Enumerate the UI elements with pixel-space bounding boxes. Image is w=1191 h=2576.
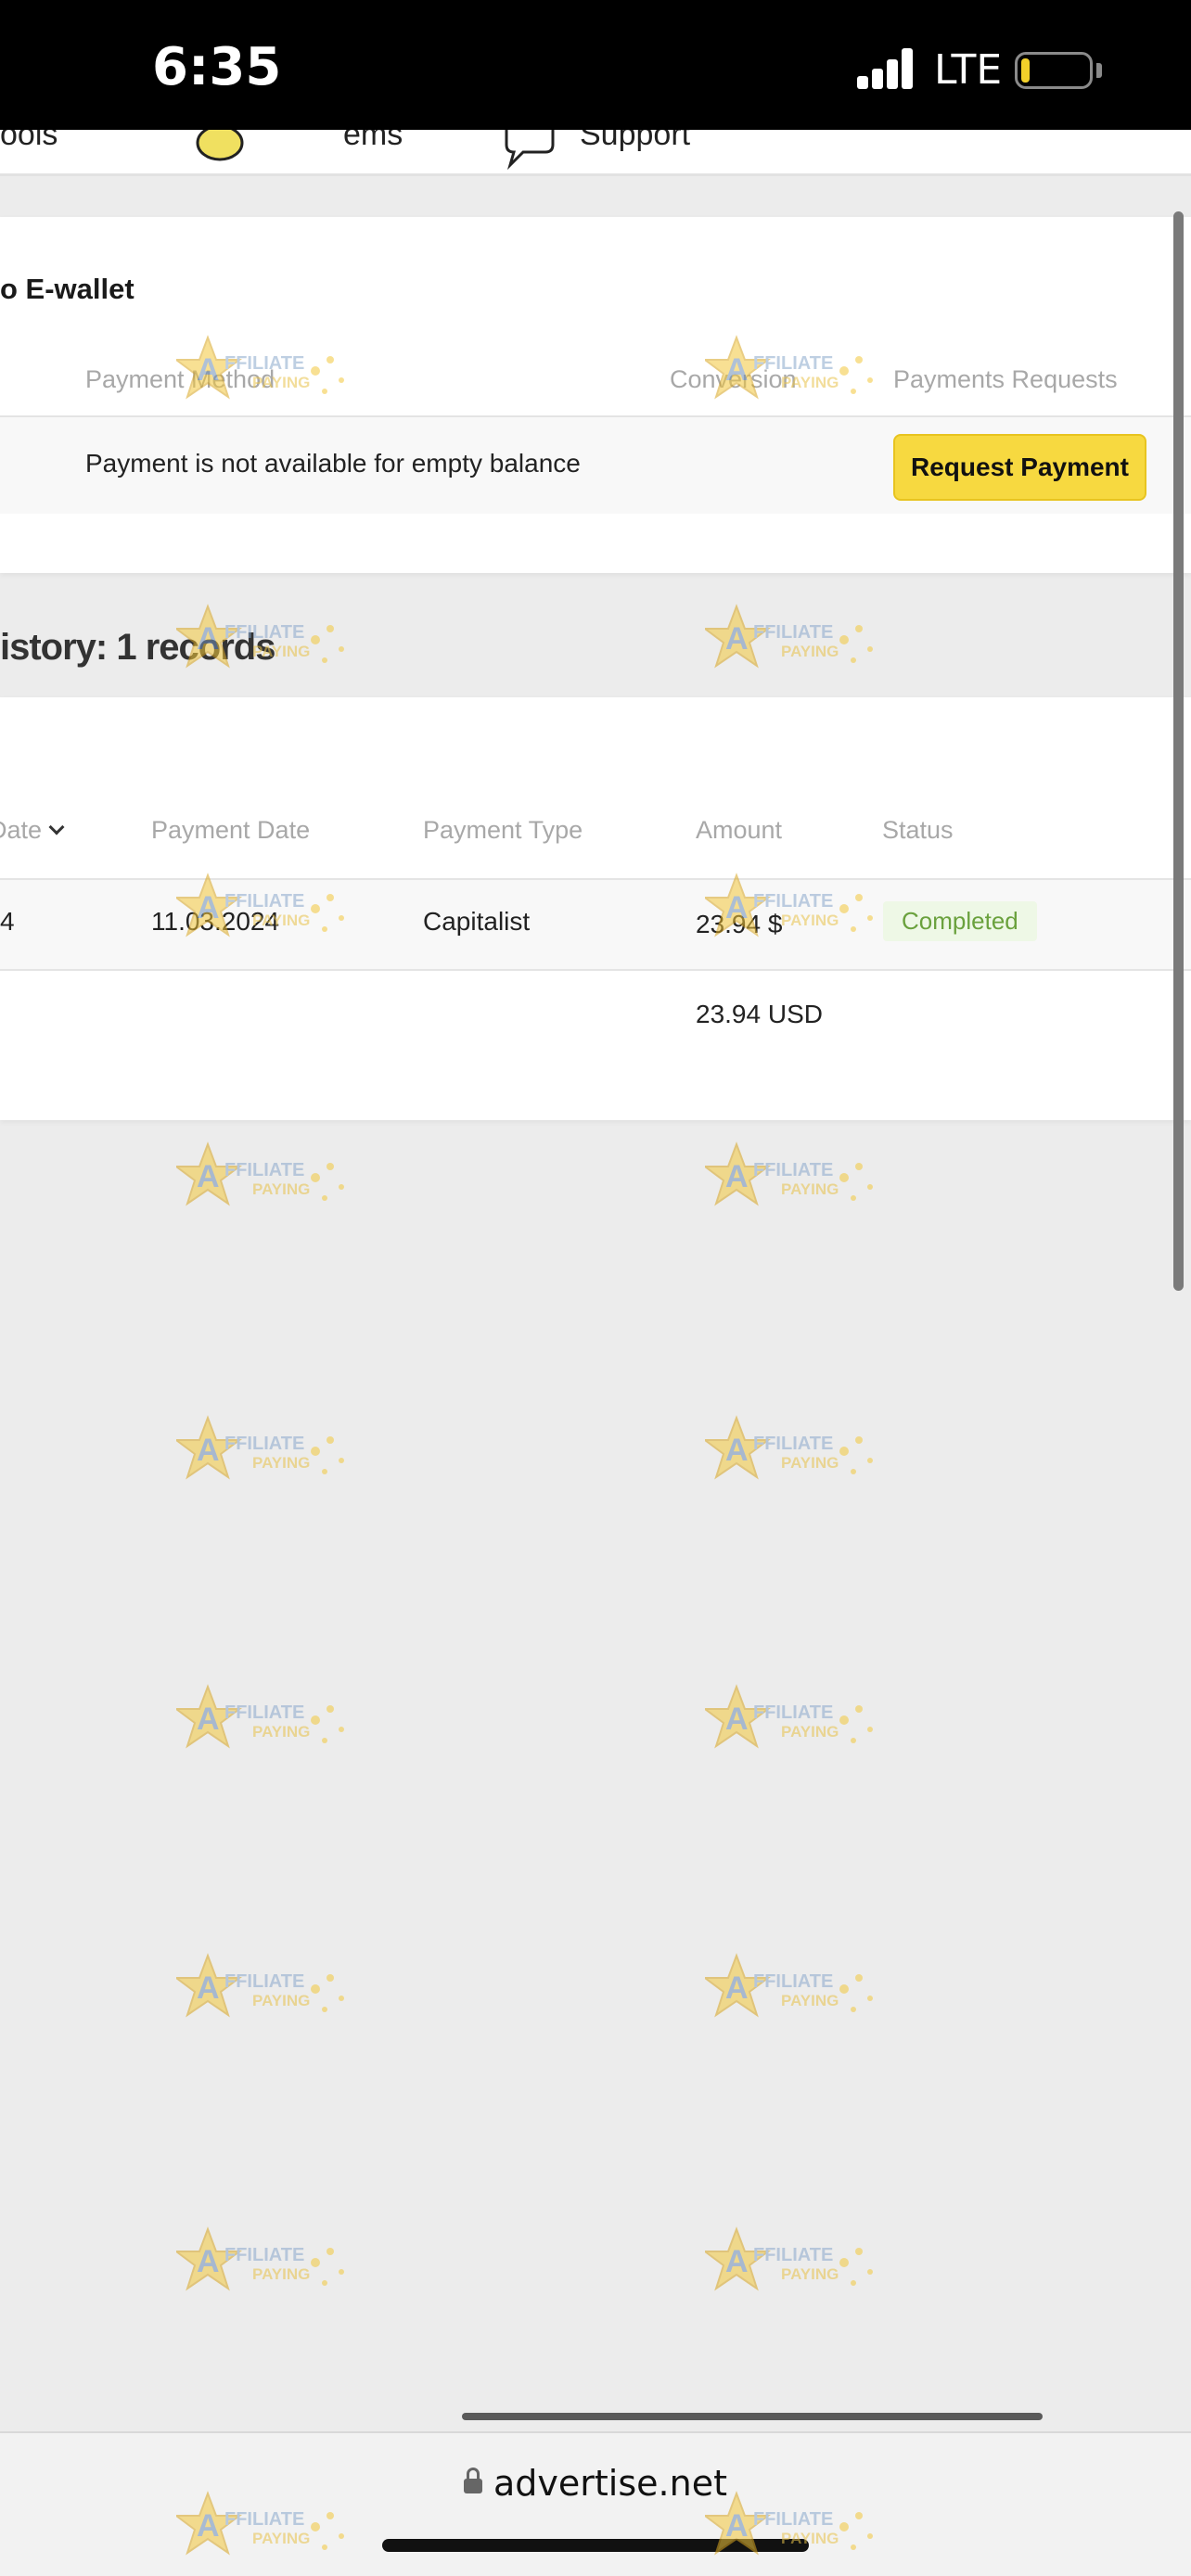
status-badge: Completed <box>883 901 1037 941</box>
battery-icon <box>1015 52 1093 89</box>
row-date: 4 <box>0 907 15 936</box>
svg-text:PAYING: PAYING <box>781 643 839 660</box>
svg-text:A: A <box>197 1159 220 1194</box>
request-payment-button[interactable]: Request Payment <box>893 434 1146 501</box>
svg-text:PAYING: PAYING <box>781 1723 839 1741</box>
svg-text:FFILIATE: FFILIATE <box>224 1702 304 1723</box>
affiliate-paying-watermark-logo: AFFILIATEPAYING <box>705 1684 873 1749</box>
date-column-header[interactable]: Date <box>0 816 65 845</box>
ewallet-card: o E-wallet Payment Method Conversion Pay… <box>0 217 1191 573</box>
svg-text:FFILIATE: FFILIATE <box>224 1434 304 1454</box>
svg-text:PAYING: PAYING <box>252 1992 310 2009</box>
payment-method-header: Payment Method <box>85 365 275 393</box>
svg-text:PAYING: PAYING <box>781 2265 839 2283</box>
svg-text:FFILIATE: FFILIATE <box>753 1971 833 1992</box>
status-header[interactable]: Status <box>882 816 954 845</box>
status-time: 6:35 <box>152 37 282 97</box>
affiliate-paying-watermark-logo: AFFILIATEPAYING <box>705 1953 873 2018</box>
site-top-nav: ools ems Support <box>0 130 1191 176</box>
affiliate-paying-watermark-logo: AFFILIATEPAYING <box>705 2226 873 2291</box>
lock-icon <box>464 2468 482 2493</box>
affiliate-paying-watermark-logo: AFFILIATEPAYING <box>176 2226 344 2291</box>
svg-text:A: A <box>197 2244 220 2279</box>
home-indicator[interactable] <box>382 2539 809 2552</box>
svg-text:A: A <box>725 1159 749 1194</box>
nav-tools-link[interactable]: ools <box>0 130 58 153</box>
payments-requests-header: Payments Requests <box>893 365 1118 393</box>
svg-text:PAYING: PAYING <box>252 1180 310 1198</box>
svg-text:A: A <box>197 1702 220 1737</box>
payment-history-card: Date Payment Date Payment Type Amount St… <box>0 697 1191 1120</box>
svg-text:A: A <box>197 1433 220 1468</box>
empty-balance-message: Payment is not available for empty balan… <box>85 449 581 478</box>
svg-text:A: A <box>197 1970 220 2006</box>
svg-text:A: A <box>725 621 749 657</box>
chevron-down-icon[interactable] <box>48 819 65 835</box>
svg-text:PAYING: PAYING <box>252 1454 310 1472</box>
svg-text:PAYING: PAYING <box>781 1454 839 1472</box>
affiliate-paying-watermark-logo: AFFILIATEPAYING <box>176 1141 344 1206</box>
affiliate-paying-watermark-logo: AFFILIATEPAYING <box>176 1684 344 1749</box>
total-amount: 23.94 USD <box>696 1000 823 1028</box>
svg-text:PAYING: PAYING <box>252 2265 310 2283</box>
browser-address-bar[interactable] <box>0 2431 1191 2576</box>
svg-text:FFILIATE: FFILIATE <box>224 1971 304 1992</box>
date-header-label: Date <box>0 816 43 844</box>
url-text: advertise.net <box>493 2463 727 2504</box>
svg-text:FFILIATE: FFILIATE <box>224 2245 304 2265</box>
url-display[interactable]: advertise.net <box>0 2463 1191 2504</box>
row-amount: 23.94 $ <box>696 910 783 938</box>
nav-items-link[interactable]: ems <box>343 130 403 153</box>
conversion-header: Conversion <box>670 365 797 393</box>
payment-type-header[interactable]: Payment Type <box>423 816 583 845</box>
tab-drag-handle[interactable] <box>462 2413 1043 2420</box>
battery-tip <box>1096 63 1102 78</box>
chat-bubble-icon[interactable] <box>499 130 558 171</box>
offers-icon[interactable] <box>190 130 250 167</box>
svg-text:PAYING: PAYING <box>781 1180 839 1198</box>
payment-history-heading: istory: 1 records <box>0 627 275 668</box>
amount-header[interactable]: Amount <box>696 816 782 845</box>
svg-text:PAYING: PAYING <box>252 1723 310 1741</box>
svg-text:A: A <box>725 1702 749 1737</box>
svg-text:FFILIATE: FFILIATE <box>224 1160 304 1180</box>
row-payment-type: Capitalist <box>423 907 531 936</box>
affiliate-paying-watermark-logo: AFFILIATEPAYING <box>176 1415 344 1480</box>
nav-support-link[interactable]: Support <box>580 130 690 153</box>
affiliate-paying-watermark-logo: AFFILIATEPAYING <box>176 1953 344 2018</box>
ewallet-card-title: o E-wallet <box>0 273 134 305</box>
network-type: LTE <box>934 46 1003 94</box>
svg-text:A: A <box>725 1970 749 2006</box>
payment-date-header[interactable]: Payment Date <box>151 816 310 845</box>
svg-text:PAYING: PAYING <box>781 1992 839 2009</box>
page-scrollbar[interactable] <box>1173 211 1184 1291</box>
affiliate-paying-watermark-logo: AFFILIATEPAYING <box>705 604 873 669</box>
ios-status-bar: 6:35 LTE <box>0 0 1191 130</box>
affiliate-paying-watermark-logo: AFFILIATEPAYING <box>705 1141 873 1206</box>
svg-text:FFILIATE: FFILIATE <box>753 2245 833 2265</box>
affiliate-paying-watermark-logo: AFFILIATEPAYING <box>705 1415 873 1480</box>
svg-text:A: A <box>725 2244 749 2279</box>
svg-text:FFILIATE: FFILIATE <box>753 1434 833 1454</box>
svg-text:FFILIATE: FFILIATE <box>753 622 833 643</box>
svg-text:FFILIATE: FFILIATE <box>753 1160 833 1180</box>
row-payment-date: 11.03.2024 <box>151 907 280 936</box>
svg-text:A: A <box>725 1433 749 1468</box>
svg-text:FFILIATE: FFILIATE <box>753 1702 833 1723</box>
cellular-signal-icon <box>857 48 913 89</box>
